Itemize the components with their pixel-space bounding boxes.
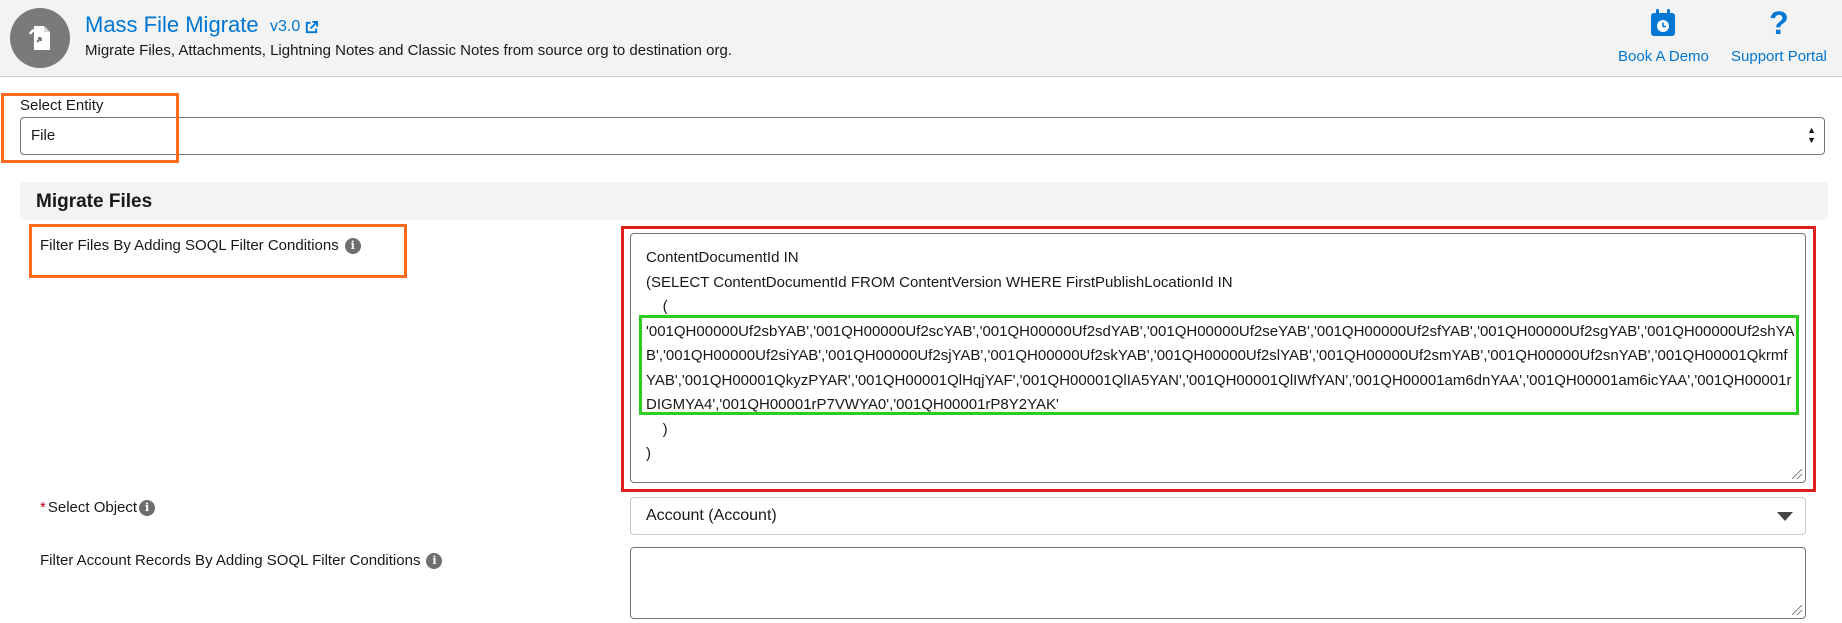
- select-object-value: Account (Account): [646, 507, 777, 524]
- entity-select[interactable]: File ▲ ▼: [20, 117, 1825, 155]
- ids-highlight-box: [639, 315, 1799, 415]
- chevron-down-icon: [1777, 512, 1793, 521]
- section-header: Migrate Files: [20, 182, 1828, 220]
- up-down-arrows-icon: ▲ ▼: [1807, 125, 1816, 145]
- version-link[interactable]: v3.0: [270, 18, 319, 36]
- version-label: v3.0: [270, 18, 301, 35]
- app-subtitle: Migrate Files, Attachments, Lightning No…: [85, 42, 732, 59]
- select-object-dropdown[interactable]: Account (Account): [630, 497, 1806, 535]
- filter-records-label: Filter Account Records By Adding SOQL Fi…: [40, 552, 421, 569]
- filter-label-highlight-box: [29, 224, 407, 278]
- calendar-clock-icon: [1649, 6, 1677, 40]
- external-link-icon: [306, 20, 319, 33]
- select-object-label-wrap: * Select Object i: [40, 499, 156, 516]
- app-title: Mass File Migrate: [85, 12, 259, 37]
- resize-grip-icon[interactable]: [1792, 605, 1802, 615]
- filter-records-textarea[interactable]: [630, 547, 1806, 619]
- filter-records-label-wrap: Filter Account Records By Adding SOQL Fi…: [40, 552, 443, 569]
- select-object-label: Select Object: [47, 499, 138, 516]
- app-logo-icon: [10, 8, 70, 68]
- support-portal-label: Support Portal: [1731, 48, 1827, 65]
- info-icon[interactable]: i: [139, 499, 156, 516]
- required-mark: *: [40, 499, 46, 516]
- book-demo-button[interactable]: Book A Demo: [1618, 6, 1709, 65]
- section-title: Migrate Files: [36, 191, 153, 212]
- app-header: Mass File Migrate v3.0 Migrate Files, At…: [0, 0, 1842, 77]
- info-icon[interactable]: i: [426, 552, 443, 569]
- book-demo-label: Book A Demo: [1618, 48, 1709, 65]
- entity-highlight-box: [1, 93, 179, 163]
- question-mark-icon: ?: [1769, 4, 1789, 41]
- support-portal-button[interactable]: ? Support Portal: [1731, 4, 1827, 66]
